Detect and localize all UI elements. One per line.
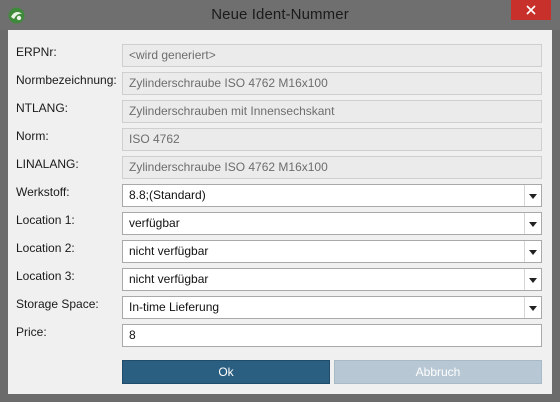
row-norm: Norm: ISO 4762: [8, 126, 552, 151]
location3-value: nicht verfügbar: [129, 272, 209, 286]
row-location3: Location 3: nicht verfügbar: [8, 266, 552, 291]
form-body: ERPNr: <wird generiert> Normbezeichnung:…: [8, 30, 552, 394]
location2-label: Location 2:: [16, 241, 75, 255]
row-erpnr: ERPNr: <wird generiert>: [8, 42, 552, 67]
location1-label: Location 1:: [16, 213, 75, 227]
werkstoff-dropdown-button[interactable]: [524, 185, 541, 206]
row-normbezeichnung: Normbezeichnung: Zylinderschraube ISO 47…: [8, 70, 552, 95]
row-ntlang: NTLANG: Zylinderschrauben mit Innensechs…: [8, 98, 552, 123]
row-werkstoff: Werkstoff: 8.8;(Standard): [8, 182, 552, 207]
normbezeichnung-field: Zylinderschraube ISO 4762 M16x100: [122, 72, 542, 95]
linalang-label: LINALANG:: [16, 157, 79, 171]
norm-field: ISO 4762: [122, 128, 542, 151]
row-location2: Location 2: nicht verfügbar: [8, 238, 552, 263]
location3-dropdown[interactable]: nicht verfügbar: [122, 268, 542, 291]
row-location1: Location 1: verfügbar: [8, 210, 552, 235]
chevron-down-icon: [529, 278, 537, 283]
location1-dropdown-button[interactable]: [524, 213, 541, 234]
werkstoff-value: 8.8;(Standard): [129, 188, 206, 202]
location3-dropdown-button[interactable]: [524, 269, 541, 290]
werkstoff-dropdown[interactable]: 8.8;(Standard): [122, 184, 542, 207]
location1-dropdown[interactable]: verfügbar: [122, 212, 542, 235]
storage-space-dropdown-button[interactable]: [524, 297, 541, 318]
row-price: Price: 8: [8, 322, 552, 347]
close-icon: [526, 5, 536, 15]
location1-value: verfügbar: [129, 216, 180, 230]
storage-space-label: Storage Space:: [16, 297, 99, 311]
price-input[interactable]: 8: [122, 324, 542, 347]
price-label: Price:: [16, 325, 47, 339]
ok-button[interactable]: Ok: [122, 360, 330, 384]
werkstoff-label: Werkstoff:: [16, 185, 70, 199]
ntlang-field: Zylinderschrauben mit Innensechskant: [122, 100, 542, 123]
norm-label: Norm:: [16, 129, 49, 143]
storage-space-value: In-time Lieferung: [129, 300, 220, 314]
erpnr-field: <wird generiert>: [122, 44, 542, 67]
linalang-field: Zylinderschraube ISO 4762 M16x100: [122, 156, 542, 179]
ntlang-label: NTLANG:: [16, 101, 69, 115]
chevron-down-icon: [529, 194, 537, 199]
close-button[interactable]: [511, 0, 551, 20]
chevron-down-icon: [529, 222, 537, 227]
row-linalang: LINALANG: Zylinderschraube ISO 4762 M16x…: [8, 154, 552, 179]
dialog-window: Neue Ident-Nummer ERPNr: <wird generiert…: [0, 0, 560, 402]
location2-dropdown-button[interactable]: [524, 241, 541, 262]
location3-label: Location 3:: [16, 269, 75, 283]
location2-value: nicht verfügbar: [129, 244, 209, 258]
normbezeichnung-label: Normbezeichnung:: [16, 73, 117, 87]
cancel-button[interactable]: Abbruch: [334, 360, 542, 384]
chevron-down-icon: [529, 306, 537, 311]
location2-dropdown[interactable]: nicht verfügbar: [122, 240, 542, 263]
window-title: Neue Ident-Nummer: [211, 6, 349, 23]
row-storage-space: Storage Space: In-time Lieferung: [8, 294, 552, 319]
erpnr-label: ERPNr:: [16, 45, 57, 59]
title-bar[interactable]: Neue Ident-Nummer: [0, 0, 560, 30]
chevron-down-icon: [529, 250, 537, 255]
storage-space-dropdown[interactable]: In-time Lieferung: [122, 296, 542, 319]
